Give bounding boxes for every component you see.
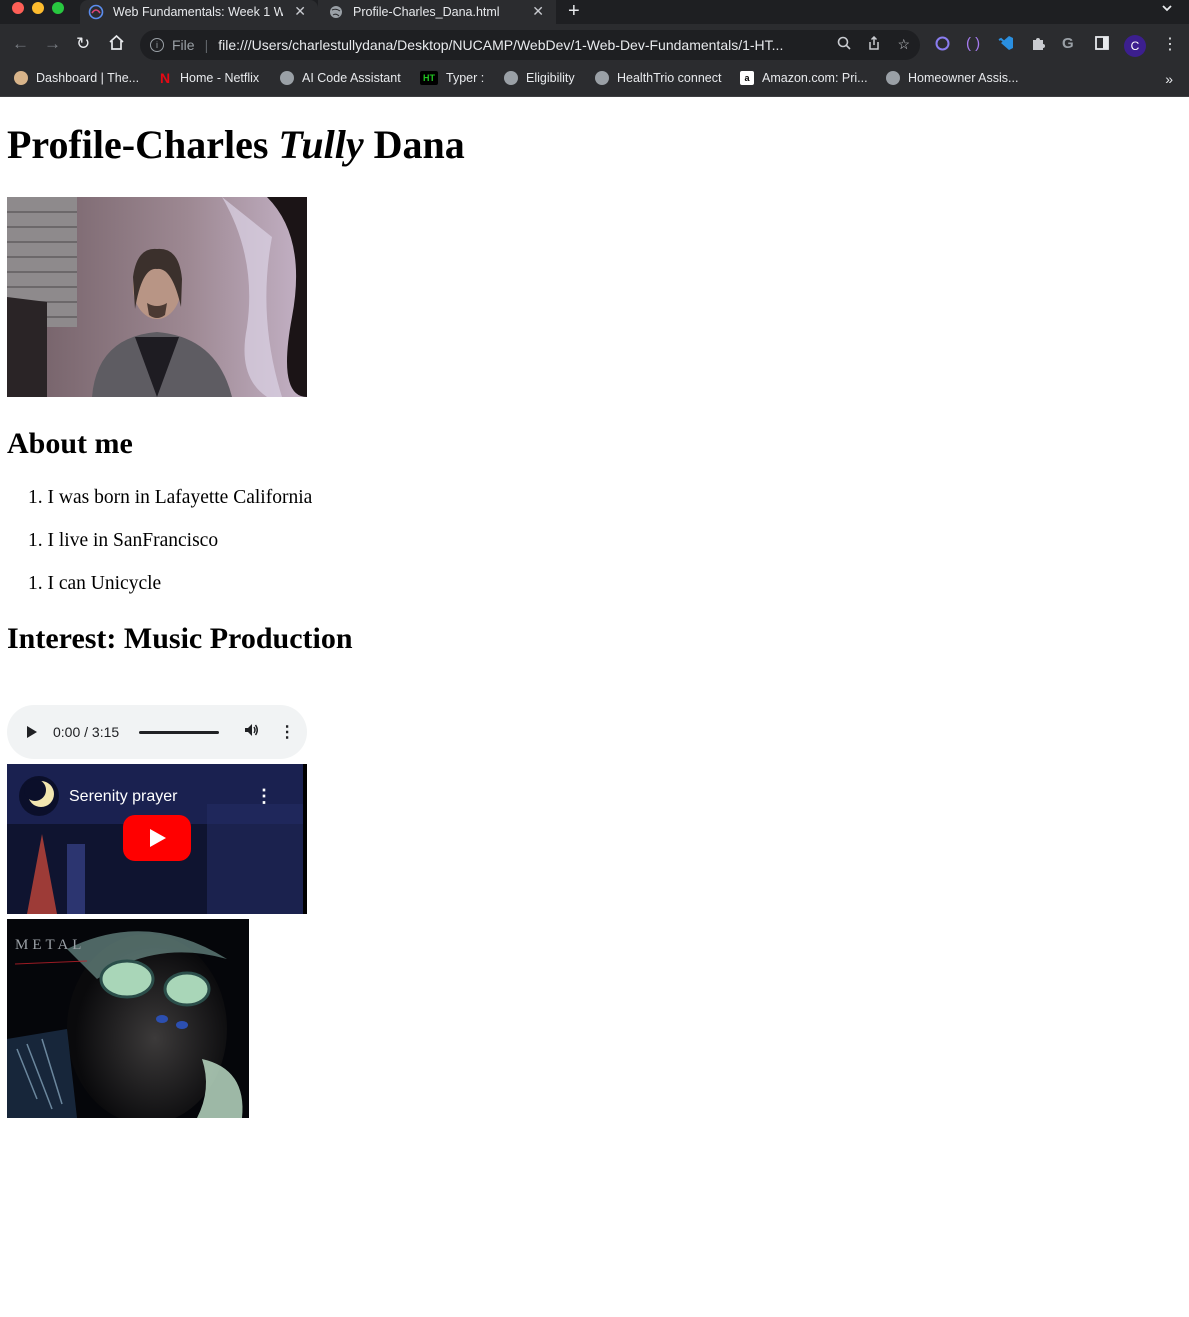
list-number: 1. — [28, 487, 43, 508]
bookmark-item[interactable]: HT Typer : — [420, 71, 484, 85]
about-heading: About me — [7, 427, 133, 460]
list-item: 1. I was born in Lafayette California — [28, 487, 312, 509]
extension-icon[interactable] — [934, 35, 951, 56]
chevron-down-icon[interactable] — [1161, 2, 1173, 17]
list-text: I can Unicycle — [47, 573, 162, 594]
bookmark-label: Home - Netflix — [180, 71, 260, 85]
side-panel-icon[interactable] — [1094, 35, 1110, 55]
youtube-embed[interactable]: Serenity prayer ⋮ — [7, 764, 307, 914]
volume-icon[interactable] — [243, 722, 259, 743]
list-number: 1. — [28, 530, 43, 551]
bookmark-label: Typer : — [446, 71, 485, 85]
reload-icon[interactable]: ↻ — [76, 34, 90, 54]
close-tab-icon[interactable]: ✕ — [532, 3, 544, 20]
album-art: METAL — [7, 919, 249, 1118]
audio-player[interactable]: 0:00 / 3:15 ⋮ — [7, 705, 307, 759]
page-content: Profile-Charles Tully Dana About me 1. I… — [0, 97, 1189, 1315]
tab-profile[interactable]: Profile-Charles_Dana.html ✕ — [318, 0, 556, 24]
bookmark-item[interactable]: Dashboard | The... — [14, 71, 139, 85]
url-scheme: File — [172, 37, 195, 53]
netflix-icon: N — [159, 70, 171, 86]
globe-icon — [595, 71, 609, 85]
bookmark-item[interactable]: HealthTrio connect — [595, 71, 721, 85]
bookmark-item[interactable]: a Amazon.com: Pri... — [740, 71, 868, 85]
bookmark-item[interactable]: Eligibility — [504, 71, 575, 85]
info-icon[interactable]: i — [150, 38, 164, 52]
zoom-icon[interactable] — [837, 36, 852, 53]
list-text: I was born in Lafayette California — [47, 487, 313, 508]
video-title[interactable]: Serenity prayer — [69, 788, 178, 806]
close-tab-icon[interactable]: ✕ — [294, 3, 306, 20]
more-options-icon[interactable]: ⋮ — [255, 786, 273, 807]
title-text: Profile-Charles — [7, 122, 279, 167]
code-extension-icon[interactable]: ( ) — [966, 35, 980, 52]
profile-photo — [7, 197, 307, 397]
album-logo-text: METAL — [15, 937, 86, 953]
bookmark-label: Amazon.com: Pri... — [762, 71, 868, 85]
profile-avatar[interactable]: C — [1124, 35, 1146, 57]
page-title: Profile-Charles Tully Dana — [7, 121, 465, 168]
globe-icon — [504, 71, 518, 85]
bookmark-item[interactable]: AI Code Assistant — [280, 71, 401, 85]
minimize-window-button[interactable] — [32, 2, 44, 14]
browser-toolbar: ← → ↻ i File | file:///Users/charlestull… — [0, 24, 1189, 66]
title-text: Dana — [363, 122, 465, 167]
list-item: 1. I can Unicycle — [28, 573, 161, 595]
bookmark-label: Dashboard | The... — [36, 71, 140, 85]
tab-strip: Web Fundamentals: Week 1 W ✕ Profile-Cha… — [0, 0, 1189, 24]
new-tab-button[interactable]: + — [568, 0, 580, 22]
home-icon[interactable] — [108, 34, 125, 56]
grammarly-icon[interactable]: G — [1062, 35, 1074, 52]
bookmarks-bar: Dashboard | The... N Home - Netflix AI C… — [0, 66, 1189, 97]
audio-time: 0:00 / 3:15 — [53, 724, 120, 740]
bookmark-item[interactable]: Homeowner Assis... — [886, 71, 1018, 85]
forward-arrow-icon[interactable]: → — [44, 34, 61, 54]
share-icon[interactable] — [867, 35, 881, 53]
maximize-window-button[interactable] — [52, 2, 64, 14]
tab-web-fundamentals[interactable]: Web Fundamentals: Week 1 W ✕ — [80, 0, 318, 24]
more-menu-icon[interactable]: ⋮ — [1162, 34, 1178, 54]
title-italic-text: Tully — [278, 122, 364, 167]
list-number: 1. — [28, 573, 43, 594]
bookmark-label: HealthTrio connect — [617, 71, 722, 85]
audio-progress-slider[interactable] — [139, 730, 220, 734]
list-text: I live in SanFrancisco — [47, 530, 219, 551]
bookmark-label: Eligibility — [526, 71, 575, 85]
url-text[interactable]: file:///Users/charlestullydana/Desktop/N… — [218, 37, 828, 53]
bookmarks-overflow-button[interactable]: » — [1165, 71, 1173, 87]
globe-icon — [328, 4, 344, 20]
divider: | — [204, 37, 209, 53]
typer-icon: HT — [420, 71, 438, 85]
amazon-icon: a — [740, 71, 754, 85]
fox-icon — [14, 71, 28, 85]
back-arrow-icon[interactable]: ← — [12, 34, 29, 54]
globe-icon — [886, 71, 900, 85]
list-item: 1. I live in SanFrancisco — [28, 530, 218, 552]
omnibox-actions: ☆ — [837, 35, 910, 53]
tab-title: Profile-Charles_Dana.html — [353, 5, 500, 19]
bookmark-star-icon[interactable]: ☆ — [897, 36, 910, 53]
more-options-icon[interactable]: ⋮ — [279, 722, 295, 742]
globe-icon — [280, 71, 294, 85]
channel-avatar[interactable] — [19, 776, 59, 816]
address-bar[interactable]: i File | file:///Users/charlestullydana/… — [140, 30, 920, 60]
nucamp-icon — [88, 4, 104, 20]
tab-title: Web Fundamentals: Week 1 W — [113, 5, 283, 19]
vscode-icon[interactable] — [998, 35, 1014, 55]
puzzle-icon[interactable] — [1030, 35, 1046, 55]
bookmark-label: AI Code Assistant — [302, 71, 401, 85]
youtube-play-icon[interactable] — [123, 815, 191, 861]
close-window-button[interactable] — [12, 2, 24, 14]
bookmark-item[interactable]: N Home - Netflix — [158, 70, 260, 86]
play-icon[interactable] — [27, 726, 37, 738]
interest-heading: Interest: Music Production — [7, 622, 353, 655]
bookmark-label: Homeowner Assis... — [908, 71, 1019, 85]
